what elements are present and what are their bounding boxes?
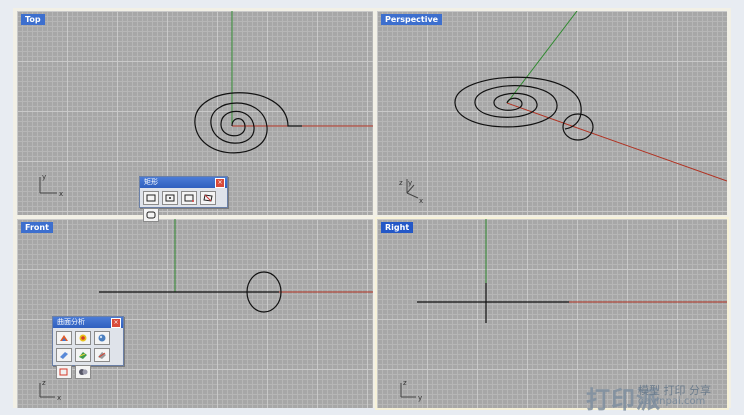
analysis-off-icon[interactable] <box>75 365 91 379</box>
close-icon[interactable]: × <box>111 318 121 328</box>
curvature-analysis-icon[interactable] <box>56 331 72 345</box>
viewport-title-right[interactable]: Right <box>381 222 414 233</box>
viewport-perspective[interactable]: z y x Perspective <box>377 11 727 215</box>
spiral-curve[interactable] <box>194 92 302 154</box>
surface-analysis-toolbar[interactable]: 曲面分析 × <box>52 316 124 379</box>
axis-triad: z x <box>39 379 61 402</box>
rectangle-corner-icon[interactable] <box>143 191 159 205</box>
rectangle-toolbar[interactable]: 矩形 × <box>139 176 228 222</box>
spiral-curve[interactable] <box>454 76 582 130</box>
axis-triad: z y x <box>399 179 423 205</box>
edge-analysis-icon[interactable] <box>56 365 72 379</box>
emap-icon[interactable] <box>75 348 91 362</box>
rectangle-rounded-icon[interactable] <box>143 208 159 222</box>
axis-letter-z: z <box>403 379 407 387</box>
axis-letter-x: x <box>59 190 63 198</box>
viewport-title-top[interactable]: Top <box>21 14 45 25</box>
axis-letter-y: y <box>418 394 422 402</box>
close-icon[interactable]: × <box>215 178 225 188</box>
viewport-perspective-scene: z y x <box>399 11 727 205</box>
viewport-title-perspective[interactable]: Perspective <box>381 14 443 25</box>
toolbar-titlebar[interactable]: 矩形 × <box>140 177 227 188</box>
toolbar-title: 矩形 <box>144 178 158 186</box>
environment-map-icon[interactable] <box>94 331 110 345</box>
toolbar-titlebar[interactable]: 曲面分析 × <box>53 317 123 328</box>
x-axis-line <box>506 102 727 182</box>
axis-letter-y: y <box>408 179 412 187</box>
axis-letter-y: y <box>42 173 46 181</box>
thickness-icon[interactable] <box>94 348 110 362</box>
axis-letter-x: x <box>419 197 423 205</box>
axis-letter-x: x <box>57 394 61 402</box>
rectangle-3pt-icon[interactable] <box>181 191 197 205</box>
axis-triad: z y <box>400 379 422 402</box>
watermark-url: dayinpai.com <box>638 396 706 407</box>
draft-angle-icon[interactable] <box>56 348 72 362</box>
axis-letter-z: z <box>399 179 403 187</box>
zebra-analysis-icon[interactable] <box>75 331 91 345</box>
toolbar-title: 曲面分析 <box>57 318 85 326</box>
watermark: 打印派 模型 打印 分享 dayinpai.com <box>586 380 744 414</box>
rectangle-vertical-icon[interactable] <box>200 191 216 205</box>
rectangle-center-icon[interactable] <box>162 191 178 205</box>
axis-triad: y x <box>39 173 63 198</box>
viewport-title-front[interactable]: Front <box>21 222 53 233</box>
circle-curve[interactable] <box>562 113 594 141</box>
axis-letter-z: z <box>42 379 46 387</box>
